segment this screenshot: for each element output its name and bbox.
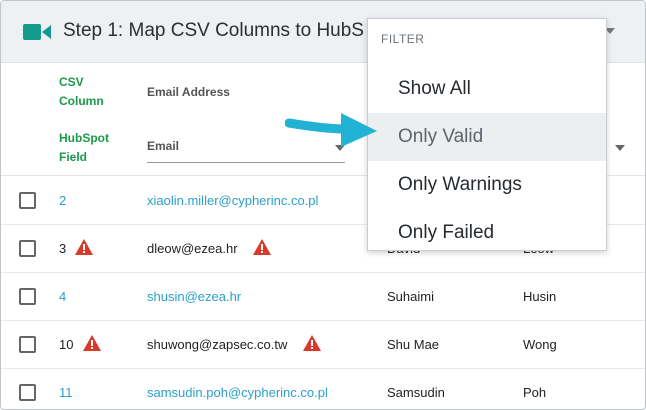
row-checkbox[interactable] [19,192,36,209]
row-last-name: Wong [523,337,557,352]
row-number[interactable]: 2 [59,193,66,208]
row-email[interactable]: shusin@ezea.hr [147,289,241,304]
table-row: 4 shusin@ezea.hr Suhaimi Husin [1,273,645,321]
filter-option-show-all[interactable]: Show All [368,65,606,113]
warning-icon [83,335,101,351]
page-title: Step 1: Map CSV Columns to HubS [63,20,364,41]
row-last-name: Husin [523,289,557,304]
row-checkbox[interactable] [19,240,36,257]
warning-icon [253,239,271,255]
filter-option-only-valid[interactable]: Only Valid [368,113,606,161]
filter-header: FILTER [381,32,425,46]
warning-icon [303,335,321,351]
row-number: 10 [59,337,74,352]
row-number: 3 [59,241,67,256]
import-panel: Step 1: Map CSV Columns to HubS CSV Colu… [0,0,646,410]
row-checkbox[interactable] [19,336,36,353]
table-row: 10 shuwong@zapsec.co.tw Shu Mae Wong [1,321,645,369]
row-email: shuwong@zapsec.co.tw [147,337,288,352]
row-checkbox[interactable] [19,384,36,401]
row-first-name: Shu Mae [387,337,440,352]
column-header-email: Email Address [147,85,230,99]
filter-option-only-warnings[interactable]: Only Warnings [368,161,606,209]
chevron-down-icon [615,145,625,151]
row-first-name: Suhaimi [387,289,434,304]
row-email[interactable]: xiaolin.miller@cypherinc.co.pl [147,193,318,208]
hubspot-field-label: HubSpot Field [59,131,109,164]
row-email[interactable]: samsudin.poh@cypherinc.co.pl [147,385,328,400]
row-email: dleow@ezea.hr [147,241,238,256]
hubspot-field-value: Email [147,139,180,153]
row-number[interactable]: 4 [59,289,66,304]
filter-option-only-failed[interactable]: Only Failed [368,209,606,257]
video-camera-icon [23,24,51,40]
warning-icon [75,239,93,255]
row-number[interactable]: 11 [59,385,73,400]
filter-dropdown: FILTER Show All Only Valid Only Warnings… [367,18,607,251]
row-last-name: Poh [523,385,547,400]
row-first-name: Samsudin [387,385,445,400]
table-row: 11 samsudin.poh@cypherinc.co.pl Samsudin Po… [1,369,645,409]
row-checkbox[interactable] [19,288,36,305]
csv-column-label: CSV Column [59,75,104,108]
pointer-arrow-icon [285,113,377,147]
